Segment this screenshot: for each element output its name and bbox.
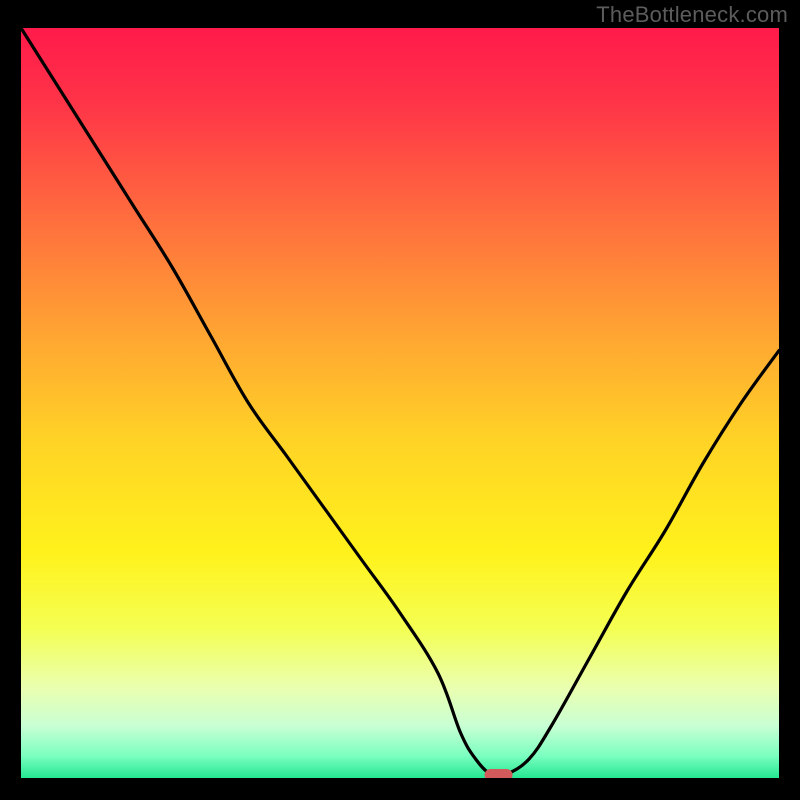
chart-frame: TheBottleneck.com bbox=[0, 0, 800, 800]
chart-background bbox=[21, 28, 779, 778]
bottleneck-chart bbox=[21, 28, 779, 778]
optimal-marker bbox=[485, 769, 513, 778]
watermark-label: TheBottleneck.com bbox=[596, 2, 788, 28]
